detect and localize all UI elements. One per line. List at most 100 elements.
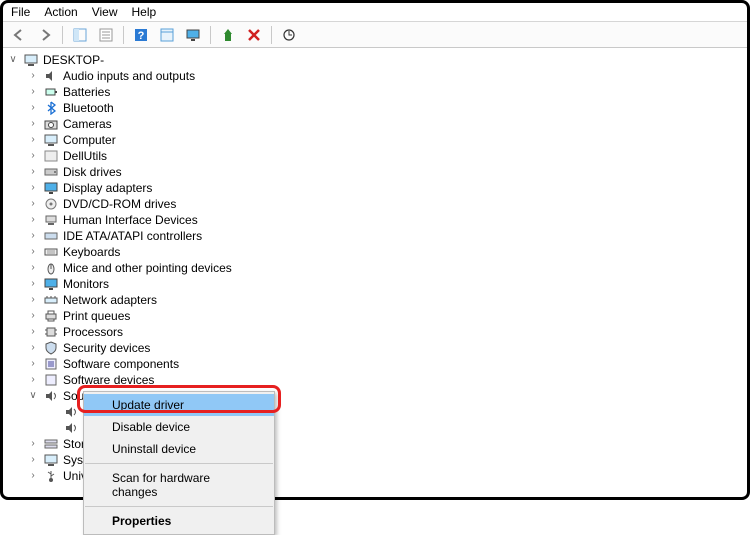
action-button[interactable] xyxy=(155,24,179,46)
device-icon xyxy=(43,468,59,484)
expand-icon[interactable]: › xyxy=(27,70,39,82)
tree-item-label: Processors xyxy=(63,324,123,340)
menubar: File Action View Help xyxy=(3,3,747,22)
ctx-disable-device[interactable]: Disable device xyxy=(84,416,274,438)
device-icon xyxy=(43,196,59,212)
tree-item[interactable]: › Software components xyxy=(27,356,747,372)
expand-icon[interactable]: › xyxy=(27,214,39,226)
tree-item-label: Cameras xyxy=(63,116,112,132)
ctx-update-driver[interactable]: Update driver xyxy=(84,394,274,416)
tree-item[interactable]: ›DellUtils xyxy=(27,148,747,164)
update-driver-button[interactable] xyxy=(216,24,240,46)
device-icon xyxy=(43,180,59,196)
device-icon xyxy=(43,372,59,388)
device-icon xyxy=(43,292,59,308)
collapse-icon[interactable]: ∨ xyxy=(27,390,39,402)
expand-icon[interactable]: › xyxy=(27,326,39,338)
device-icon xyxy=(43,164,59,180)
tree-item-label: Audio inputs and outputs xyxy=(63,68,195,84)
device-icon xyxy=(43,228,59,244)
tree-item[interactable]: › Print queues xyxy=(27,308,747,324)
tree-item[interactable]: ›Network adapters xyxy=(27,292,747,308)
tree-item[interactable]: › Human Interface Devices xyxy=(27,212,747,228)
tree-item-label: Software devices xyxy=(63,372,154,388)
uninstall-button[interactable] xyxy=(242,24,266,46)
expand-icon[interactable]: › xyxy=(27,470,39,482)
expand-icon[interactable]: › xyxy=(27,134,39,146)
properties-button[interactable] xyxy=(94,24,118,46)
tree-item[interactable]: ›Display adapters xyxy=(27,180,747,196)
menu-help[interactable]: Help xyxy=(132,5,157,19)
scan-button[interactable] xyxy=(277,24,301,46)
context-menu: Update driver Disable device Uninstall d… xyxy=(83,391,275,535)
tree-item[interactable]: ›Disk drives xyxy=(27,164,747,180)
tree-item-label: Keyboards xyxy=(63,244,120,260)
expand-icon[interactable]: › xyxy=(27,150,39,162)
expand-icon[interactable]: › xyxy=(27,438,39,450)
expand-icon[interactable]: › xyxy=(27,230,39,242)
expand-icon[interactable]: › xyxy=(27,182,39,194)
tree-item[interactable]: ›Security devices xyxy=(27,340,747,356)
tree-item[interactable]: › Cameras xyxy=(27,116,747,132)
expand-icon[interactable]: › xyxy=(27,262,39,274)
tree-item[interactable]: › Software devices xyxy=(27,372,747,388)
ctx-properties[interactable]: Properties xyxy=(84,510,274,532)
device-icon xyxy=(43,324,59,340)
device-icon xyxy=(43,244,59,260)
collapse-icon[interactable]: ∨ xyxy=(7,54,19,66)
tree-item-label: Print queues xyxy=(63,308,130,324)
tree-item[interactable]: ›Bluetooth xyxy=(27,100,747,116)
expand-icon[interactable]: › xyxy=(27,278,39,290)
tree-item[interactable]: › Processors xyxy=(27,324,747,340)
tree-item[interactable]: › Batteries xyxy=(27,84,747,100)
expand-icon[interactable]: › xyxy=(27,246,39,258)
forward-button[interactable] xyxy=(33,24,57,46)
tree-item-label: Mice and other pointing devices xyxy=(63,260,232,276)
expand-icon[interactable]: › xyxy=(27,294,39,306)
toolbar-separator xyxy=(271,26,272,44)
tree-root[interactable]: ∨ DESKTOP- xyxy=(7,52,747,68)
expand-icon[interactable]: › xyxy=(27,374,39,386)
device-icon xyxy=(43,388,59,404)
tree-item[interactable]: ›IDE ATA/ATAPI controllers xyxy=(27,228,747,244)
toolbar-separator xyxy=(123,26,124,44)
spacer xyxy=(47,422,59,434)
tree-item[interactable]: ›Computer xyxy=(27,132,747,148)
expand-icon[interactable]: › xyxy=(27,102,39,114)
tree-item-label: DVD/CD-ROM drives xyxy=(63,196,176,212)
expand-icon[interactable]: › xyxy=(27,198,39,210)
expand-icon[interactable]: › xyxy=(27,310,39,322)
expand-icon[interactable]: › xyxy=(27,118,39,130)
tree-item[interactable]: › Keyboards xyxy=(27,244,747,260)
tree-item-label: Software components xyxy=(63,356,179,372)
menu-view[interactable]: View xyxy=(92,5,118,19)
help-button[interactable]: ? xyxy=(129,24,153,46)
tree-item[interactable]: ›Monitors xyxy=(27,276,747,292)
ctx-scan-hardware[interactable]: Scan for hardware changes xyxy=(84,467,274,503)
ctx-separator xyxy=(85,463,273,464)
expand-icon[interactable]: › xyxy=(27,454,39,466)
tree-item[interactable]: › DVD/CD-ROM drives xyxy=(27,196,747,212)
device-icon xyxy=(43,148,59,164)
expand-icon[interactable]: › xyxy=(27,342,39,354)
device-icon xyxy=(43,68,59,84)
spacer xyxy=(47,406,59,418)
menu-file[interactable]: File xyxy=(11,5,30,19)
show-hide-button[interactable] xyxy=(68,24,92,46)
monitor-button[interactable] xyxy=(181,24,205,46)
tree-item-label: Batteries xyxy=(63,84,110,100)
tree-item-label: Human Interface Devices xyxy=(63,212,198,228)
expand-icon[interactable]: › xyxy=(27,86,39,98)
tree-item-label: Stor xyxy=(63,436,85,452)
tree-item[interactable]: › Audio inputs and outputs xyxy=(27,68,747,84)
device-icon xyxy=(43,132,59,148)
tree-item[interactable]: › Mice and other pointing devices xyxy=(27,260,747,276)
back-button[interactable] xyxy=(7,24,31,46)
expand-icon[interactable]: › xyxy=(27,166,39,178)
audio-device-icon xyxy=(63,420,79,436)
computer-icon xyxy=(23,52,39,68)
ctx-uninstall-device[interactable]: Uninstall device xyxy=(84,438,274,460)
ctx-separator xyxy=(85,506,273,507)
expand-icon[interactable]: › xyxy=(27,358,39,370)
menu-action[interactable]: Action xyxy=(44,5,77,19)
